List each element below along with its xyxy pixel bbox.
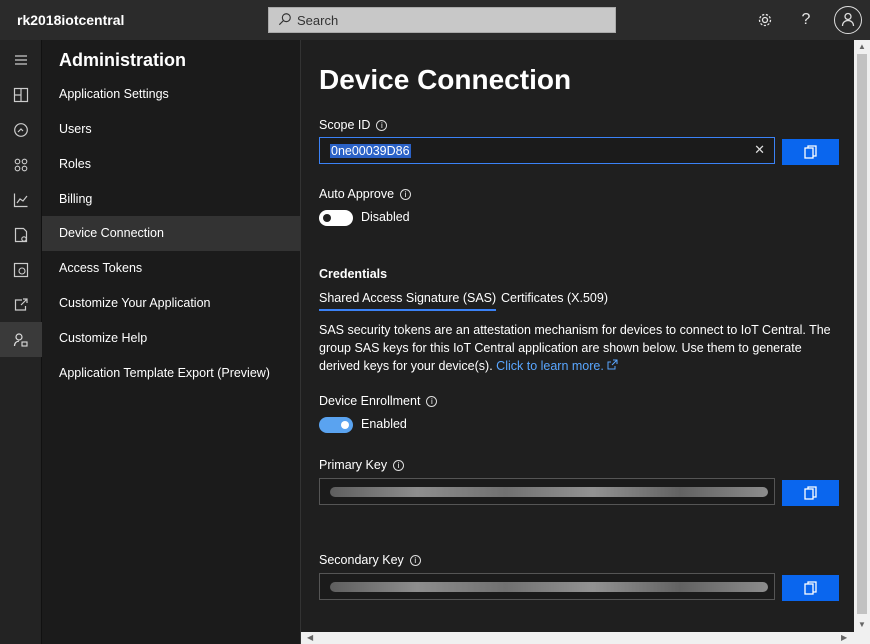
app-title[interactable]: rk2018iotcentral bbox=[17, 12, 124, 28]
copy-icon bbox=[804, 486, 817, 500]
analytics-icon[interactable] bbox=[0, 112, 42, 147]
settings-gear-icon[interactable] bbox=[753, 8, 777, 32]
external-link-icon bbox=[607, 359, 618, 370]
device-enrollment-toggle[interactable] bbox=[319, 417, 353, 433]
secondary-key-field[interactable] bbox=[319, 573, 775, 600]
scroll-thumb[interactable] bbox=[857, 54, 867, 614]
device-templates-icon[interactable] bbox=[0, 217, 42, 252]
search-icon bbox=[278, 13, 291, 26]
info-icon[interactable]: i bbox=[376, 120, 388, 131]
scroll-right-icon[interactable]: ▶ bbox=[841, 633, 847, 642]
secondary-key-label-text: Secondary Key bbox=[319, 553, 404, 567]
profile-avatar-icon[interactable] bbox=[834, 6, 862, 34]
auto-approve-toggle[interactable] bbox=[319, 210, 353, 226]
device-enrollment-label: Device Enrollment i bbox=[319, 394, 438, 408]
nav-item-application-template-export[interactable]: Application Template Export (Preview) bbox=[42, 356, 300, 391]
copy-icon bbox=[804, 145, 817, 159]
nav-item-roles[interactable]: Roles bbox=[42, 147, 300, 182]
scope-id-field[interactable]: 0ne00039D86 ✕ bbox=[319, 137, 775, 164]
toggle-knob bbox=[323, 214, 331, 222]
scroll-up-icon[interactable]: ▲ bbox=[858, 42, 866, 51]
copy-secondary-key-button[interactable] bbox=[782, 575, 839, 601]
nav-item-device-connection[interactable]: Device Connection bbox=[42, 216, 300, 251]
nav-item-billing[interactable]: Billing bbox=[42, 182, 300, 217]
help-icon[interactable]: ? bbox=[794, 8, 818, 32]
nav-item-customize-your-application[interactable]: Customize Your Application bbox=[42, 286, 300, 321]
primary-key-field[interactable] bbox=[319, 478, 775, 505]
device-enrollment-label-text: Device Enrollment bbox=[319, 394, 421, 408]
toggle-knob bbox=[341, 421, 349, 429]
nav-item-users[interactable]: Users bbox=[42, 112, 300, 147]
search-input[interactable]: Search bbox=[268, 7, 616, 33]
copy-icon bbox=[804, 581, 817, 595]
device-enrollment-state: Enabled bbox=[361, 417, 407, 431]
copy-primary-key-button[interactable] bbox=[782, 480, 839, 506]
top-bar: rk2018iotcentral Search ? bbox=[0, 0, 870, 40]
redacted-primary-key bbox=[330, 487, 768, 497]
admin-nav: Administration Application Settings User… bbox=[42, 40, 301, 644]
horizontal-scrollbar[interactable]: ◀ ▶ bbox=[301, 632, 870, 644]
page-title: Device Connection bbox=[319, 64, 572, 95]
credentials-title: Credentials bbox=[319, 267, 388, 281]
scope-id-label: Scope ID i bbox=[319, 118, 388, 132]
tab-certificates[interactable]: Certificates (X.509) bbox=[501, 291, 608, 305]
left-rail bbox=[0, 40, 42, 644]
info-icon[interactable]: i bbox=[409, 555, 421, 566]
hamburger-menu-icon[interactable] bbox=[0, 42, 42, 77]
nav-item-application-settings[interactable]: Application Settings bbox=[42, 77, 300, 112]
auto-approve-state: Disabled bbox=[361, 210, 410, 224]
primary-key-label: Primary Key i bbox=[319, 458, 405, 472]
scroll-down-icon[interactable]: ▼ bbox=[858, 620, 866, 629]
copy-scope-id-button[interactable] bbox=[782, 139, 839, 165]
scope-id-label-text: Scope ID bbox=[319, 118, 371, 132]
sas-description: SAS security tokens are an attestation m… bbox=[319, 321, 839, 375]
main-content: Device Connection Scope ID i 0ne00039D86 … bbox=[301, 40, 854, 632]
vertical-scrollbar[interactable]: ▲ ▼ bbox=[854, 40, 870, 632]
primary-key-label-text: Primary Key bbox=[319, 458, 388, 472]
dashboard-icon[interactable] bbox=[0, 77, 42, 112]
secondary-key-label: Secondary Key i bbox=[319, 553, 421, 567]
nav-item-access-tokens[interactable]: Access Tokens bbox=[42, 251, 300, 286]
nav-item-customize-help[interactable]: Customize Help bbox=[42, 321, 300, 356]
info-icon[interactable]: i bbox=[393, 460, 405, 471]
chart-icon[interactable] bbox=[0, 182, 42, 217]
scroll-left-icon[interactable]: ◀ bbox=[307, 633, 313, 642]
tab-sas[interactable]: Shared Access Signature (SAS) bbox=[319, 291, 497, 311]
auto-approve-label: Auto Approve i bbox=[319, 187, 412, 201]
administration-icon[interactable] bbox=[0, 322, 42, 357]
redacted-secondary-key bbox=[330, 582, 768, 592]
learn-more-text: Click to learn more. bbox=[496, 359, 604, 373]
clear-icon[interactable]: ✕ bbox=[754, 142, 765, 158]
info-icon[interactable]: i bbox=[400, 189, 412, 200]
nav-title: Administration bbox=[59, 50, 187, 70]
auto-approve-label-text: Auto Approve bbox=[319, 187, 395, 201]
learn-more-link[interactable]: Click to learn more. bbox=[496, 359, 618, 373]
export-icon[interactable] bbox=[0, 287, 42, 322]
device-sets-icon[interactable] bbox=[0, 147, 42, 182]
scope-id-value[interactable]: 0ne00039D86 bbox=[330, 144, 411, 158]
search-placeholder: Search bbox=[297, 13, 339, 28]
jobs-icon[interactable] bbox=[0, 252, 42, 287]
info-icon[interactable]: i bbox=[426, 396, 438, 407]
